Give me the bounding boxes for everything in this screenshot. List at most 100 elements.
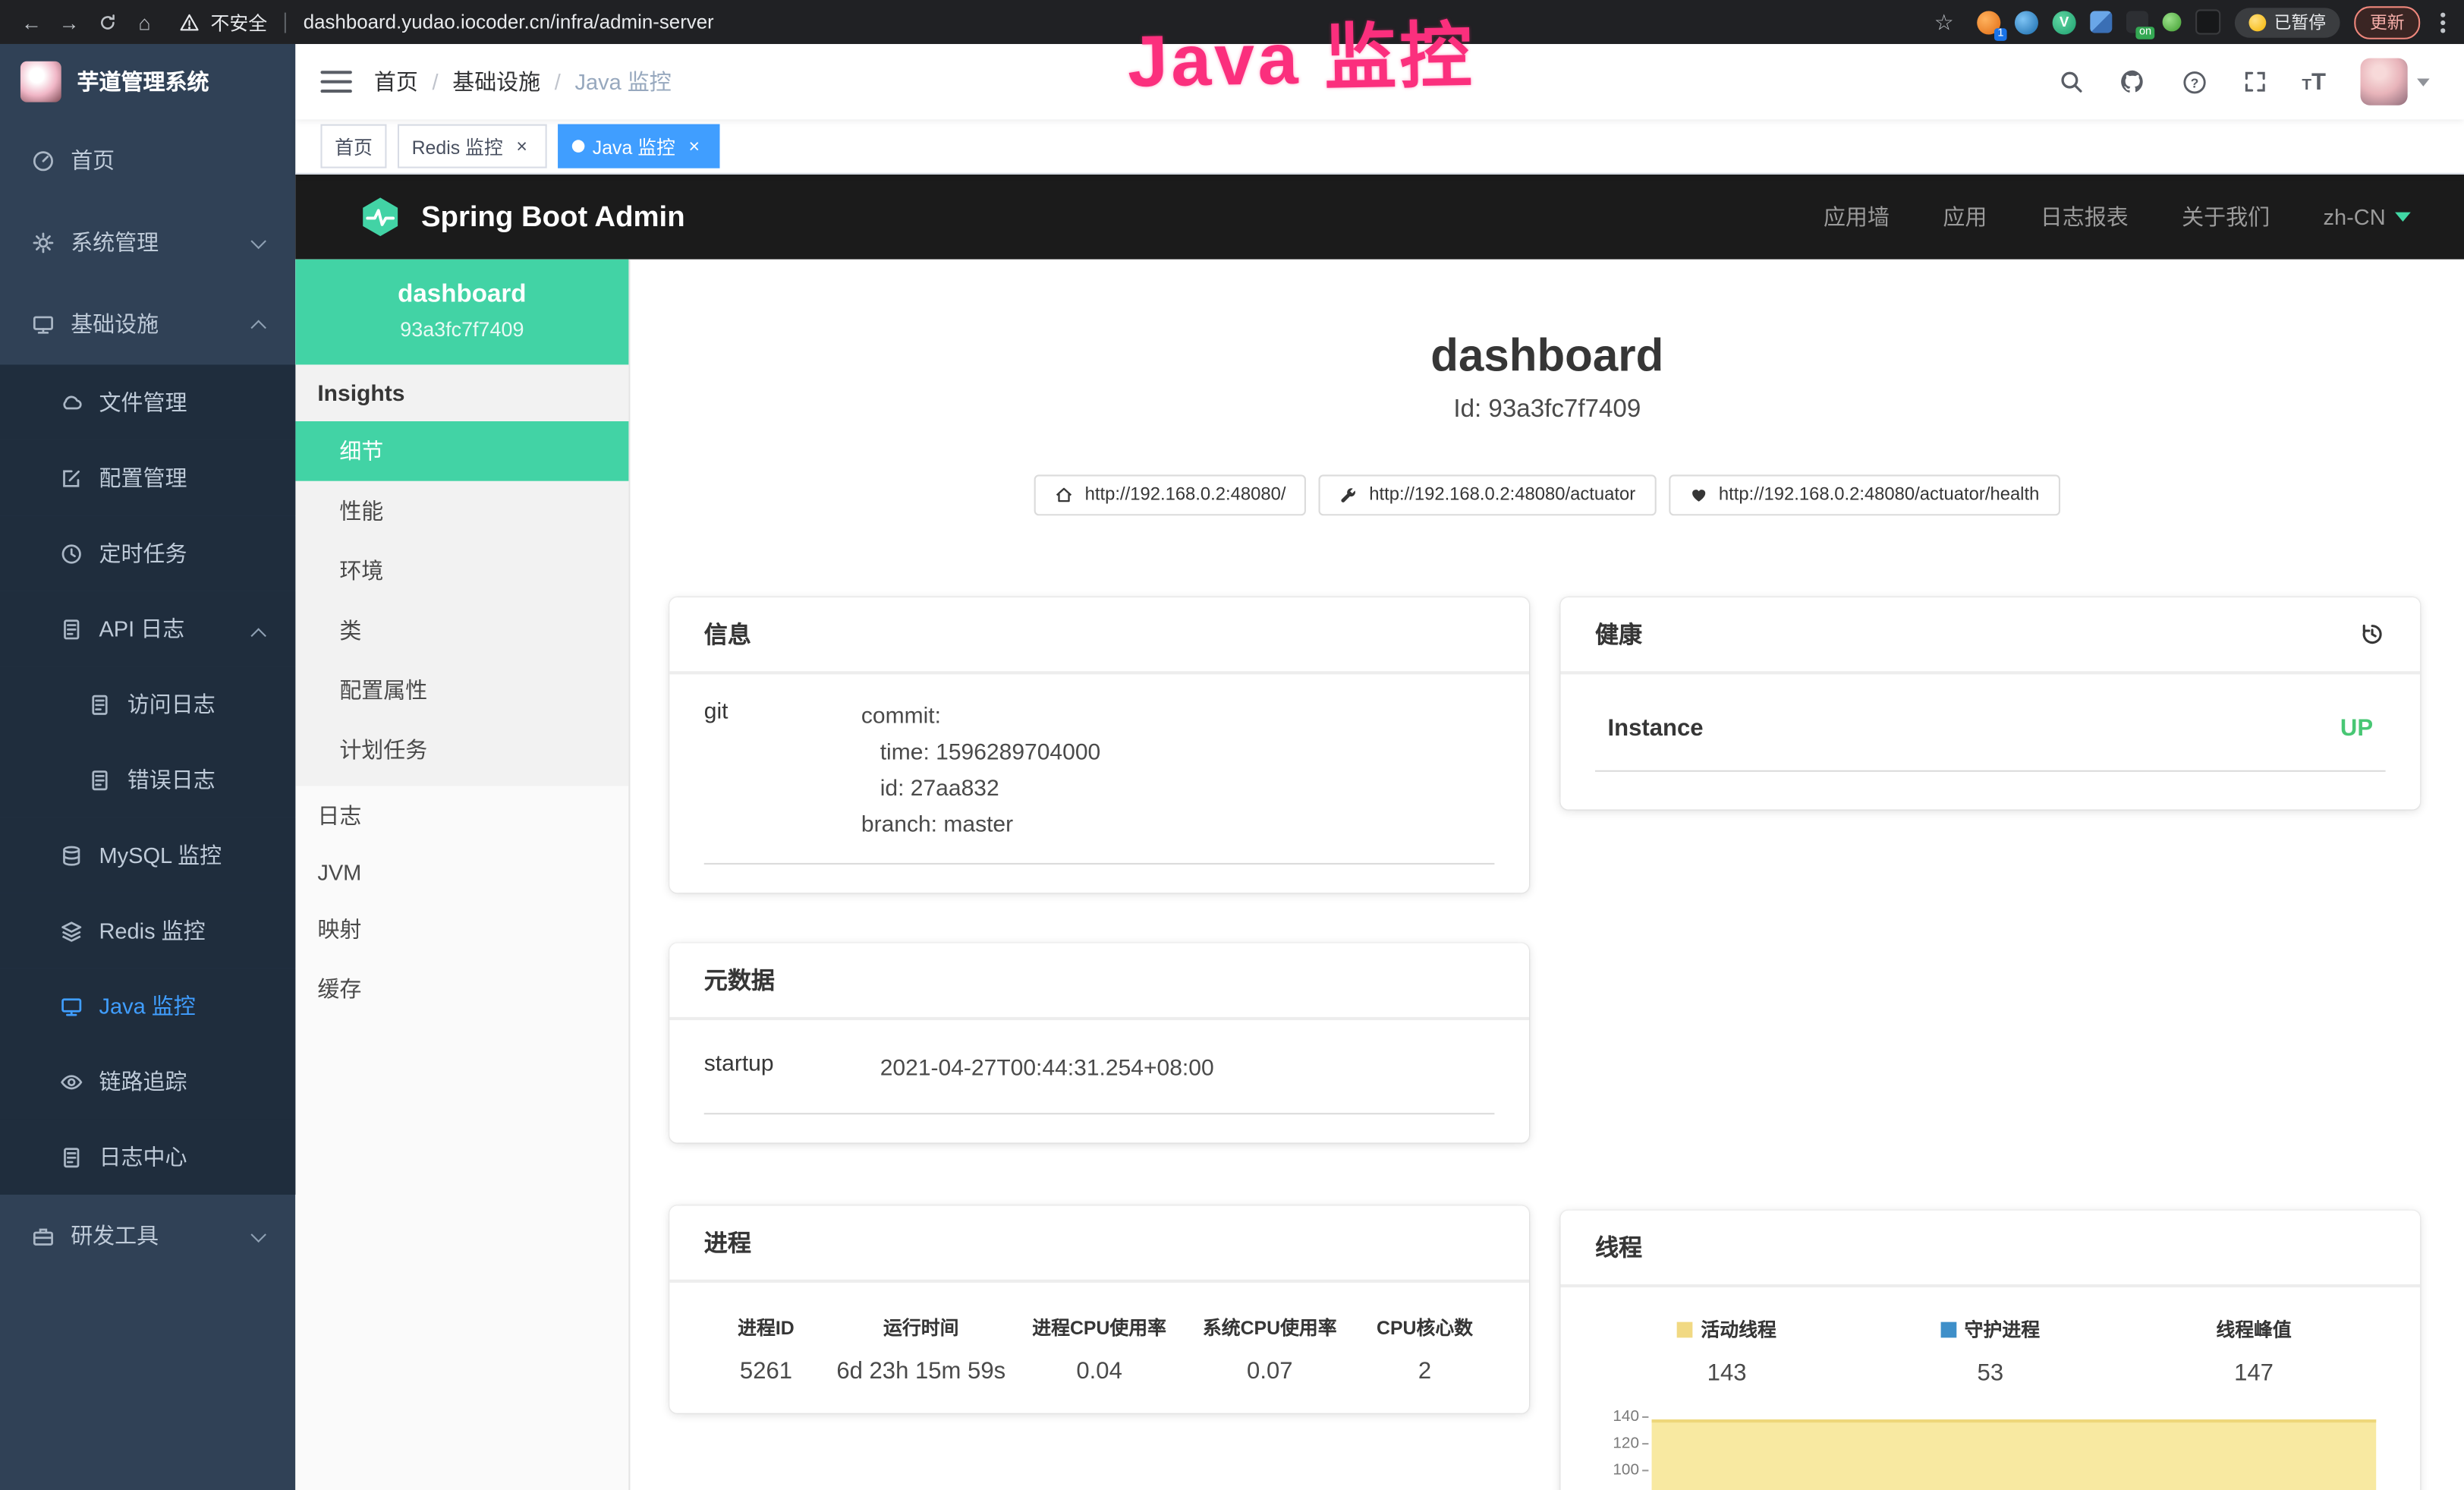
caret-down-icon [2417, 78, 2430, 86]
sba-nav-journal[interactable]: 日志报表 [2041, 201, 2129, 232]
sidebar-item-job[interactable]: 定时任务 [0, 515, 295, 591]
sba-item-mappings[interactable]: 映射 [295, 899, 628, 959]
reload-button[interactable] [88, 3, 126, 41]
sba-item-performance[interactable]: 性能 [295, 481, 628, 541]
tab-label: Java 监控 [593, 133, 675, 159]
extension-grid-icon[interactable] [2090, 11, 2112, 33]
col-value: 0.04 [1014, 1358, 1185, 1384]
sba-item-details[interactable]: 细节 [295, 421, 628, 481]
sidebar-item-redis[interactable]: Redis 监控 [0, 893, 295, 968]
monitor-icon [60, 994, 83, 1018]
search-icon[interactable] [2058, 69, 2083, 94]
locale-select[interactable]: zh-CN [2323, 204, 2410, 229]
sba-brand[interactable]: Spring Boot Admin [358, 195, 684, 239]
breadcrumb-infra[interactable]: 基础设施 [452, 66, 540, 97]
gauge-icon [31, 149, 55, 172]
tab-redis[interactable]: Redis 监控 × [398, 124, 547, 169]
sidebar-item-label: MySQL 监控 [99, 840, 222, 871]
extension-switch-icon[interactable]: on [2126, 11, 2148, 33]
extension-drop-icon[interactable] [2015, 10, 2038, 33]
sba-item-properties[interactable]: 配置属性 [295, 660, 628, 720]
github-icon[interactable] [2118, 68, 2146, 96]
sidebar-item-label: 日志中心 [99, 1141, 187, 1172]
sidebar-item-log-center[interactable]: 日志中心 [0, 1119, 295, 1194]
tab-close-icon[interactable]: × [511, 135, 533, 157]
paused-badge[interactable]: 已暂停 [2235, 7, 2340, 36]
sidebar-item-api-log[interactable]: API 日志 [0, 591, 295, 666]
bookmark-star-icon[interactable]: ☆ [1925, 3, 1963, 41]
sba-item-environment[interactable]: 环境 [295, 540, 628, 600]
sidebar-item-system[interactable]: 系统管理 [0, 201, 295, 283]
instance-name: dashboard [311, 282, 613, 310]
threads-legend: 活动线程 143 守护进程 53 线程峰值 [1595, 1315, 2386, 1386]
sba-brand-label: Spring Boot Admin [421, 200, 685, 235]
process-col: 运行时间 6d 23h 15m 59s [828, 1314, 1014, 1384]
health-url-label: http://192.168.0.2:48080/actuator/health [1719, 486, 2039, 505]
sba-item-jvm[interactable]: JVM [295, 846, 628, 899]
sba-item-classes[interactable]: 类 [295, 600, 628, 660]
breadcrumb-separator: / [555, 69, 561, 94]
vue-letter: V [2060, 14, 2069, 30]
home-icon [1055, 486, 1074, 505]
sidebar-item-file[interactable]: 文件管理 [0, 364, 295, 439]
tab-close-icon[interactable]: × [683, 135, 705, 157]
wrench-icon [1339, 486, 1358, 505]
user-menu[interactable] [2361, 58, 2430, 106]
sidebar-item-access-log[interactable]: 访问日志 [0, 666, 295, 742]
status-badge: UP [2340, 715, 2373, 742]
tab-home[interactable]: 首页 [320, 124, 386, 169]
fullscreen-icon[interactable] [2242, 69, 2267, 94]
app-title: 芋道管理系统 [77, 66, 209, 97]
hamburger-icon[interactable] [320, 71, 351, 93]
extension-vue-devtools-icon[interactable]: V [2053, 10, 2076, 33]
sidebar-item-dev-tools[interactable]: 研发工具 [0, 1195, 295, 1277]
font-size-icon[interactable]: TT [2302, 68, 2326, 95]
sidebar-item-label: 配置管理 [99, 462, 187, 493]
address-bar[interactable]: 不安全 dashboard.yudao.iocoder.cn/infra/adm… [179, 8, 1912, 35]
home-button[interactable]: ⌂ [126, 3, 164, 41]
card-title: 线程 [1560, 1211, 2420, 1287]
health-url-button[interactable]: http://192.168.0.2:48080/actuator/health [1669, 474, 2060, 515]
extension-on-badge: on [2136, 27, 2154, 39]
health-row[interactable]: Instance UP [1595, 700, 2386, 772]
help-icon[interactable] [2181, 68, 2208, 95]
chart-plot-area [1652, 1409, 2386, 1490]
extension-proxy-icon[interactable]: 1 [1977, 10, 2000, 33]
sidebar-item-error-log[interactable]: 错误日志 [0, 742, 295, 817]
chrome-toolbar: ☆ 1 V on 已暂停 更新 [1925, 3, 2452, 41]
breadcrumb-home[interactable]: 首页 [374, 66, 418, 97]
health-instance-label: Instance [1608, 715, 1704, 742]
sba-nav-about[interactable]: 关于我们 [2182, 201, 2270, 232]
app-logo[interactable]: 芋道管理系统 [0, 44, 295, 119]
history-icon[interactable] [2359, 621, 2385, 647]
forward-button[interactable]: → [50, 3, 88, 41]
service-url-button[interactable]: http://192.168.0.2:48080/ [1034, 474, 1306, 515]
chrome-menu-icon[interactable] [2434, 12, 2452, 33]
update-button[interactable]: 更新 [2354, 5, 2420, 38]
actuator-url-button[interactable]: http://192.168.0.2:48080/actuator [1319, 474, 1656, 515]
back-button[interactable]: ← [13, 3, 51, 41]
sidebar-item-home[interactable]: 首页 [0, 119, 295, 201]
sidebar-item-config[interactable]: 配置管理 [0, 440, 295, 515]
extension-leaf-icon[interactable] [2163, 13, 2182, 32]
sidebar-item-infra[interactable]: 基础设施 [0, 283, 295, 365]
sidebar-item-java[interactable]: Java 监控 [0, 969, 295, 1044]
chart-y-axis: 140 120 100 [1595, 1409, 1648, 1490]
sidebar-item-label: 定时任务 [99, 537, 187, 569]
metadata-key: startup [704, 1051, 880, 1088]
sba-nav-applications[interactable]: 应用 [1943, 201, 1987, 232]
sidebar-item-trace[interactable]: 链路追踪 [0, 1044, 295, 1119]
extension-puzzle-icon[interactable] [2195, 9, 2220, 34]
sidebar-item-mysql[interactable]: MySQL 监控 [0, 817, 295, 893]
insights-section-title: Insights [295, 364, 628, 421]
sba-item-scheduled[interactable]: 计划任务 [295, 720, 628, 780]
tab-java[interactable]: Java 监控 × [558, 124, 719, 169]
process-col: 进程CPU使用率 0.04 [1014, 1314, 1185, 1384]
not-secure-warning-icon [179, 12, 200, 33]
clock-icon [60, 541, 83, 565]
sba-item-logs[interactable]: 日志 [295, 786, 628, 846]
legend-value: 53 [1978, 1359, 2004, 1386]
sba-nav-wall[interactable]: 应用墙 [1824, 201, 1890, 232]
legend-label: 活动线程 [1701, 1315, 1776, 1342]
sba-item-caches[interactable]: 缓存 [295, 959, 628, 1019]
